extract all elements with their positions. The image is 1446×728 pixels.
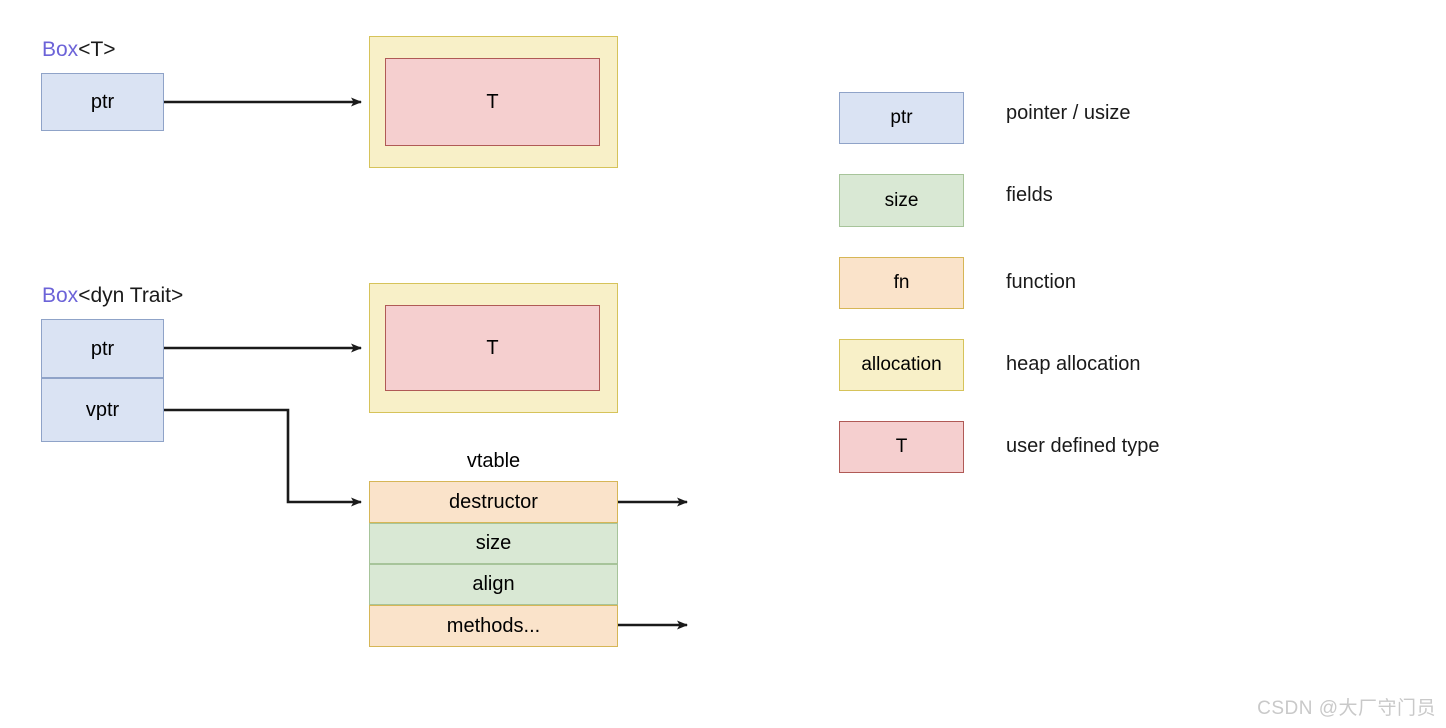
- vtable-row-destructor[interactable]: destructor: [369, 481, 618, 523]
- legend-swatch-field: size: [839, 174, 964, 227]
- legend-description-text: function: [1006, 271, 1077, 293]
- vtable-caption-text: vtable: [466, 450, 521, 472]
- struct-label-generic: <T>: [78, 38, 116, 61]
- legend-description-text: heap allocation: [1006, 353, 1141, 375]
- vtable-row-size[interactable]: size: [369, 523, 618, 564]
- diagram-canvas: Box<T> ptr T Box<dyn Trait> ptr vptr T v…: [0, 0, 1446, 728]
- vtable-row-methods[interactable]: methods...: [369, 605, 618, 647]
- legend-swatch-label: T: [895, 436, 908, 457]
- field-label: ptr: [90, 337, 115, 360]
- legend-description-udt: user defined type: [1006, 436, 1159, 456]
- legend-swatch-label: fn: [893, 272, 910, 293]
- udt-box-1: T: [385, 58, 600, 146]
- udt-label: T: [486, 91, 499, 113]
- struct-label-box-dyn-trait: Box<dyn Trait>: [42, 285, 183, 306]
- struct-label-keyword: Box: [42, 38, 79, 61]
- connector-layer: [164, 97, 688, 633]
- udt-box-2: T: [385, 305, 600, 391]
- udt-label: T: [486, 337, 499, 359]
- vtable-row-label: methods...: [446, 614, 541, 637]
- legend-swatch-label: ptr: [890, 107, 913, 128]
- legend-description-field: fields: [1006, 185, 1053, 205]
- legend-swatch-label: allocation: [861, 354, 942, 375]
- legend-swatch-pointer: ptr: [839, 92, 964, 144]
- legend-description-text: fields: [1006, 184, 1053, 206]
- field-box-dyn-ptr[interactable]: ptr: [41, 319, 164, 378]
- legend-description-text: pointer / usize: [1006, 102, 1131, 124]
- field-label: vptr: [85, 399, 120, 421]
- struct-label-box-t: Box<T>: [42, 39, 116, 60]
- struct-label-keyword: Box: [42, 284, 79, 307]
- legend-description-text: user defined type: [1006, 435, 1160, 457]
- vtable-row-label: align: [472, 573, 515, 595]
- vtable-row-label: size: [475, 532, 512, 554]
- field-box-t-ptr[interactable]: ptr: [41, 73, 164, 131]
- legend-swatch-label: size: [884, 189, 919, 211]
- legend-description-pointer: pointer / usize: [1006, 103, 1131, 123]
- watermark: CSDN @大厂守门员: [1257, 693, 1436, 720]
- watermark-text: CSDN @大厂守门员: [1257, 698, 1436, 719]
- legend-description-allocation: heap allocation: [1006, 354, 1141, 374]
- vtable-row-align[interactable]: align: [369, 564, 618, 605]
- legend-description-function: function: [1006, 272, 1076, 292]
- wire-vptr-to-vtable: [164, 408, 362, 507]
- field-label: ptr: [90, 91, 115, 113]
- struct-label-generic: <dyn Trait>: [78, 284, 184, 307]
- legend-swatch-allocation: allocation: [839, 339, 964, 391]
- field-box-dyn-vptr[interactable]: vptr: [41, 378, 164, 442]
- legend-swatch-udt: T: [839, 421, 964, 473]
- legend-swatch-function: fn: [839, 257, 964, 309]
- vtable-row-label: destructor: [449, 490, 538, 513]
- vtable-caption: vtable: [369, 451, 618, 471]
